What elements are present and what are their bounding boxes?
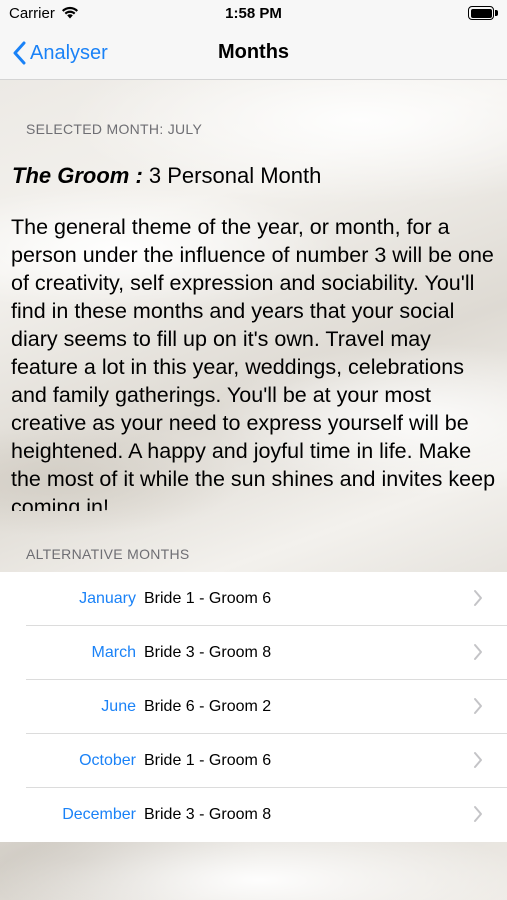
bride-groom-pair: Bride 3 - Groom 8 <box>144 644 272 661</box>
bride-groom-pair: Bride 6 - Groom 2 <box>144 698 272 715</box>
month-label: October <box>79 752 136 769</box>
chevron-right-icon <box>474 644 482 660</box>
table-row[interactable]: October Bride 1 - Groom 6 <box>0 734 507 788</box>
chevron-right-icon <box>474 590 482 606</box>
month-description[interactable]: The general theme of the year, or month,… <box>11 213 501 511</box>
personal-month-value: 3 Personal Month <box>148 163 322 188</box>
groom-personal-month: The Groom : 3 Personal Month <box>12 163 321 189</box>
status-time: 1:58 PM <box>225 5 282 22</box>
alternative-months-header: ALTERNATIVE MONTHS <box>26 546 190 562</box>
selected-month-header: SELECTED MONTH: JULY <box>26 121 203 137</box>
bride-groom-pair: Bride 1 - Groom 6 <box>144 590 272 607</box>
back-button-label: Analyser <box>30 41 108 64</box>
chevron-right-icon <box>474 698 482 714</box>
table-row[interactable]: January Bride 1 - Groom 6 <box>0 572 507 626</box>
navigation-bar: Analyser Months <box>0 28 507 80</box>
month-label: March <box>91 644 136 661</box>
table-row[interactable]: June Bride 6 - Groom 2 <box>0 680 507 734</box>
alternative-months-table: January Bride 1 - Groom 6 March Bride 3 … <box>0 572 507 842</box>
chevron-left-icon <box>13 41 26 65</box>
person-label: The Groom : <box>12 163 143 188</box>
status-bar: Carrier 1:58 PM <box>0 0 507 28</box>
month-label: December <box>62 806 136 823</box>
back-button[interactable]: Analyser <box>12 38 108 68</box>
bride-groom-pair: Bride 1 - Groom 6 <box>144 752 272 769</box>
chevron-right-icon <box>474 806 482 822</box>
bride-groom-pair: Bride 3 - Groom 8 <box>144 806 272 823</box>
month-label: January <box>79 590 136 607</box>
table-row[interactable]: March Bride 3 - Groom 8 <box>0 626 507 680</box>
month-label: June <box>101 698 136 715</box>
battery-icon <box>468 6 498 20</box>
table-row[interactable]: December Bride 3 - Groom 8 <box>0 788 507 842</box>
chevron-right-icon <box>474 752 482 768</box>
